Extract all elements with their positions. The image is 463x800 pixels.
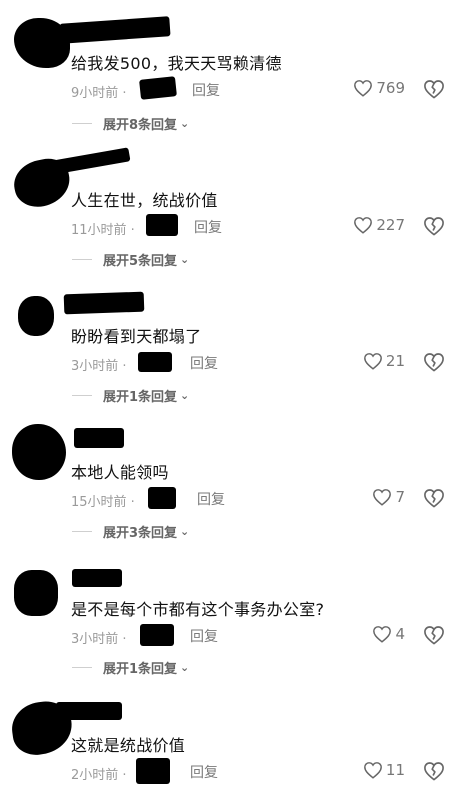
reply-button[interactable]: 回复 <box>197 489 225 509</box>
expand-replies-label: 展开1条回复 <box>103 662 178 677</box>
comment-text: 给我发500，我天天骂赖清德 <box>71 54 282 73</box>
comment-time: 3小时前 · <box>71 632 127 647</box>
divider-line <box>72 531 92 532</box>
broken-heart-icon[interactable] <box>423 352 445 372</box>
like-button[interactable]: 21 <box>363 352 405 370</box>
comment-text: 这就是统战价值 <box>71 736 186 755</box>
location-redacted <box>140 624 174 646</box>
username-redacted[interactable] <box>72 569 122 587</box>
reply-button[interactable]: 回复 <box>190 626 218 646</box>
username-redacted[interactable] <box>63 291 145 315</box>
like-button[interactable]: 769 <box>353 79 405 97</box>
avatar[interactable] <box>14 570 58 616</box>
chevron-down-icon: ⌄ <box>180 253 190 266</box>
comment-time: 3小时前 · <box>71 359 127 374</box>
like-count: 11 <box>385 761 405 779</box>
broken-heart-icon[interactable] <box>423 761 445 781</box>
like-button[interactable]: 4 <box>372 625 405 643</box>
reply-button[interactable]: 回复 <box>190 353 218 373</box>
heart-outline-icon <box>363 762 382 779</box>
like-count: 21 <box>385 352 405 370</box>
divider-line <box>72 259 92 260</box>
location-redacted <box>136 758 170 784</box>
like-button[interactable]: 11 <box>363 761 405 779</box>
expand-replies-button[interactable]: 展开3条回复 ⌄ <box>72 522 189 541</box>
reply-button[interactable]: 回复 <box>194 217 222 237</box>
expand-replies-label: 展开1条回复 <box>103 390 178 405</box>
expand-replies-button[interactable]: 展开8条回复 ⌄ <box>72 114 189 133</box>
expand-replies-button[interactable]: 展开1条回复 ⌄ <box>72 386 189 405</box>
expand-replies-label: 展开3条回复 <box>103 526 178 541</box>
chevron-down-icon: ⌄ <box>180 389 190 402</box>
chevron-down-icon: ⌄ <box>180 525 190 538</box>
like-count: 769 <box>376 79 405 97</box>
reply-button[interactable]: 回复 <box>192 80 220 100</box>
expand-replies-button[interactable]: 展开5条回复 ⌄ <box>72 250 189 269</box>
username-redacted[interactable] <box>74 428 124 448</box>
broken-heart-icon[interactable] <box>423 216 445 236</box>
reply-button[interactable]: 回复 <box>190 762 218 782</box>
like-count: 227 <box>376 216 405 234</box>
location-redacted <box>146 214 178 236</box>
broken-heart-icon[interactable] <box>423 79 445 99</box>
expand-replies-label: 展开8条回复 <box>103 118 178 133</box>
comment-text: 盼盼看到天都塌了 <box>71 327 202 346</box>
divider-line <box>72 123 92 124</box>
comment-time: 15小时前 · <box>71 495 135 510</box>
expand-replies-button[interactable]: 展开1条回复 ⌄ <box>72 658 189 677</box>
username-redacted[interactable] <box>39 147 131 177</box>
username-redacted[interactable] <box>56 702 122 720</box>
heart-outline-icon <box>373 489 392 506</box>
comment-time: 11小时前 · <box>71 223 135 238</box>
avatar[interactable] <box>12 424 66 480</box>
heart-outline-icon <box>354 217 373 234</box>
like-count: 4 <box>395 625 405 643</box>
location-redacted <box>148 487 176 509</box>
comment-time: 2小时前 · <box>71 768 127 783</box>
heart-outline-icon <box>373 626 392 643</box>
heart-outline-icon <box>363 353 382 370</box>
chevron-down-icon: ⌄ <box>180 661 190 674</box>
location-redacted <box>139 76 177 100</box>
heart-outline-icon <box>354 80 373 97</box>
divider-line <box>72 395 92 396</box>
comment-text: 是不是每个市都有这个事务办公室? <box>71 600 325 619</box>
expand-replies-label: 展开5条回复 <box>103 254 178 269</box>
like-count: 7 <box>395 488 405 506</box>
username-redacted[interactable] <box>59 16 171 44</box>
like-button[interactable]: 227 <box>353 216 405 234</box>
like-button[interactable]: 7 <box>372 488 405 506</box>
broken-heart-icon[interactable] <box>423 625 445 645</box>
comment-text: 人生在世，统战价值 <box>71 191 218 210</box>
divider-line <box>72 667 92 668</box>
comment-time: 9小时前 · <box>71 86 127 101</box>
broken-heart-icon[interactable] <box>423 488 445 508</box>
chevron-down-icon: ⌄ <box>180 117 190 130</box>
avatar[interactable] <box>18 296 54 336</box>
location-redacted <box>138 352 172 372</box>
comment-text: 本地人能领吗 <box>71 463 169 482</box>
